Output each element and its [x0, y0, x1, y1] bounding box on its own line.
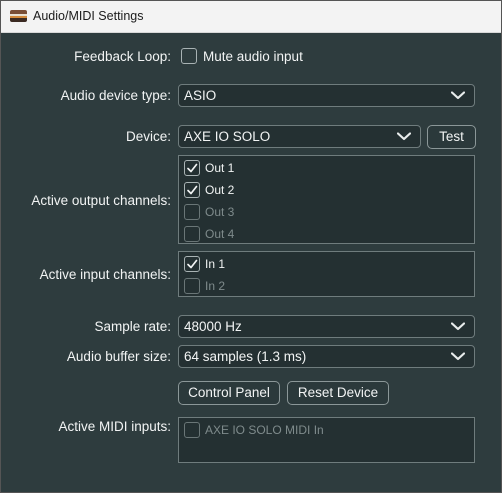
sample-rate-label: Sample rate: [94, 319, 171, 334]
device-label: Device: [125, 129, 171, 144]
audio-device-type-value: ASIO [184, 88, 217, 103]
output-channel-checkbox[interactable] [184, 160, 200, 176]
sample-rate-select[interactable]: 48000 Hz [178, 315, 475, 338]
title-bar[interactable]: Audio/MIDI Settings [1, 1, 501, 33]
midi-inputs-list: AXE IO SOLO MIDI In [178, 417, 475, 463]
app-icon [10, 10, 27, 22]
output-channel-label: Out 2 [205, 183, 235, 197]
mute-audio-input-label: Mute audio input [203, 49, 303, 64]
window-title: Audio/MIDI Settings [33, 9, 144, 23]
output-channels-list: Out 1 Out 2 Out 3 Out 4 [178, 155, 475, 244]
input-channels-list: In 1 In 2 [178, 251, 475, 297]
output-channel-label: Out 3 [205, 205, 235, 219]
control-panel-button[interactable]: Control Panel [178, 381, 280, 405]
active-output-channels-label: Active output channels: [31, 193, 171, 208]
midi-input-label: AXE IO SOLO MIDI In [205, 423, 324, 437]
reset-device-button[interactable]: Reset Device [287, 381, 389, 405]
input-channel-checkbox[interactable] [184, 278, 200, 294]
active-input-channels-label: Active input channels: [39, 267, 171, 282]
chevron-down-icon [451, 91, 465, 100]
audio-device-type-label: Audio device type: [60, 88, 171, 103]
output-channel-checkbox[interactable] [184, 182, 200, 198]
audio-buffer-size-label: Audio buffer size: [66, 349, 171, 364]
mute-audio-input-checkbox[interactable] [181, 48, 197, 64]
chevron-down-icon [451, 352, 465, 361]
test-button[interactable]: Test [427, 125, 476, 149]
sample-rate-value: 48000 Hz [184, 319, 242, 334]
active-midi-inputs-label: Active MIDI inputs: [58, 419, 171, 434]
device-select[interactable]: AXE IO SOLO [178, 125, 421, 148]
audio-buffer-size-select[interactable]: 64 samples (1.3 ms) [178, 345, 475, 368]
device-value: AXE IO SOLO [184, 129, 271, 144]
input-channel-checkbox[interactable] [184, 256, 200, 272]
chevron-down-icon [397, 132, 411, 141]
output-channel-label: Out 4 [205, 227, 235, 241]
input-channel-label: In 1 [205, 257, 226, 271]
audio-midi-settings-window: Audio/MIDI Settings Feedback Loop: Mute … [0, 0, 502, 493]
audio-buffer-size-value: 64 samples (1.3 ms) [184, 349, 307, 364]
input-channel-label: In 2 [205, 279, 226, 293]
output-channel-checkbox[interactable] [184, 226, 200, 242]
audio-device-type-select[interactable]: ASIO [178, 84, 475, 107]
midi-input-checkbox[interactable] [184, 422, 200, 438]
output-channel-label: Out 1 [205, 161, 235, 175]
output-channel-checkbox[interactable] [184, 204, 200, 220]
feedback-loop-label: Feedback Loop: [74, 49, 171, 64]
chevron-down-icon [451, 322, 465, 331]
